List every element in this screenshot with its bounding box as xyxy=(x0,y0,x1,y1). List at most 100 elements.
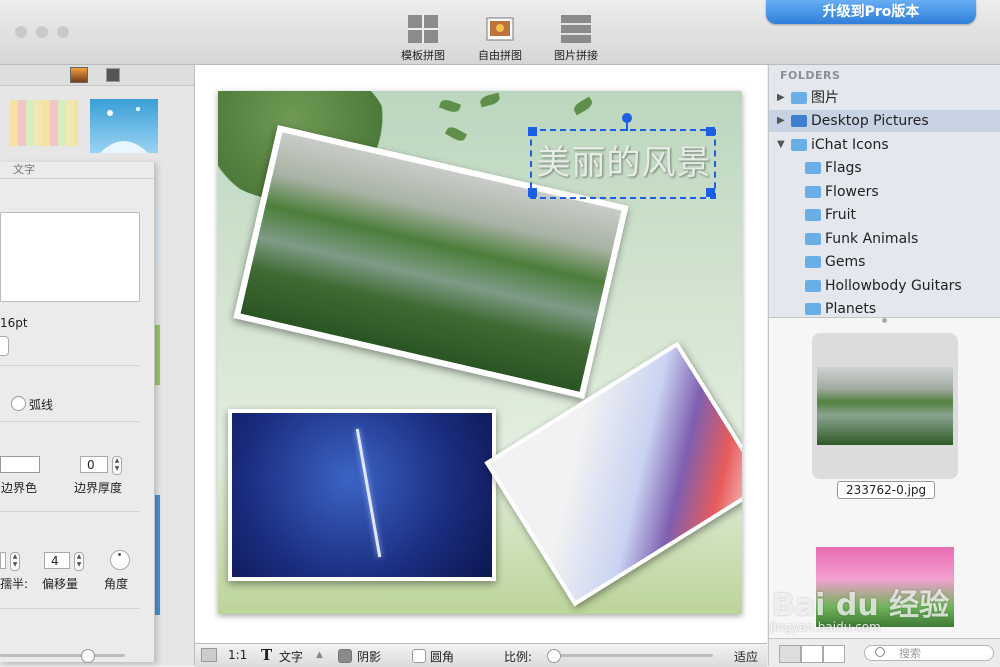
free-collage-label: 自由拼图 xyxy=(478,49,522,62)
color-template-tab-icon[interactable] xyxy=(70,67,88,83)
ratio-button[interactable]: 1:1 xyxy=(228,648,247,662)
desktop-screenshot-photo[interactable] xyxy=(228,409,496,581)
offset-stepper[interactable]: ▲ ▼ xyxy=(74,552,84,571)
text-input-area[interactable] xyxy=(0,212,140,302)
subfolder-row[interactable]: Funk Animals xyxy=(769,228,1000,250)
folder-row[interactable]: ▼ iChat Icons xyxy=(769,134,1000,156)
shadow-label: 阴影 xyxy=(357,650,382,664)
collage-canvas-area: 美丽的风景 xyxy=(195,65,767,643)
divider xyxy=(0,608,140,609)
panel-tabs xyxy=(0,65,194,86)
folder-icon xyxy=(805,209,821,221)
leaf-decoration xyxy=(571,96,595,116)
image-join-button[interactable]: 图片拼接 xyxy=(541,14,611,63)
collage-canvas[interactable]: 美丽的风景 xyxy=(218,91,742,614)
subfolder-row[interactable]: Fruit xyxy=(769,204,1000,226)
gray-template-tab-icon[interactable] xyxy=(106,68,120,82)
canvas-bottom-bar: 1:1 T 文字 ▲ 阴影 圆角 比例: 适应 xyxy=(195,643,767,667)
template-collage-button[interactable]: 模板拼图 xyxy=(388,14,458,63)
browser-bottom-bar: 搜索 xyxy=(769,638,1000,667)
minimize-window-button[interactable] xyxy=(36,26,48,38)
folder-label: iChat Icons xyxy=(811,137,889,153)
folder-label: Hollowbody Guitars xyxy=(825,278,962,294)
border-width-label: 边界厚度 xyxy=(74,481,123,495)
disclosure-triangle-icon[interactable]: ▶ xyxy=(777,110,785,132)
detail-view-icon[interactable] xyxy=(823,645,845,663)
free-collage-button[interactable]: 自由拼图 xyxy=(465,14,535,63)
arc-radio[interactable] xyxy=(11,396,26,411)
folder-label: Fruit xyxy=(825,207,857,223)
subfolder-row[interactable]: Planets xyxy=(769,298,1000,317)
subfolder-row[interactable]: Hollowbody Guitars xyxy=(769,275,1000,297)
upgrade-pro-button[interactable]: 升级到Pro版本 xyxy=(766,0,976,24)
template-grid-icon xyxy=(408,15,438,43)
folder-label: Planets xyxy=(825,301,877,317)
opacity-slider-knob[interactable] xyxy=(81,649,95,663)
shadow-checkbox[interactable] xyxy=(338,649,352,663)
arc-label: 弧线 xyxy=(29,398,54,412)
text-tool-button[interactable]: 文字 xyxy=(279,648,303,665)
stacked-rows-icon xyxy=(561,15,591,43)
leaf-decoration xyxy=(479,92,501,108)
grid-view-icon[interactable] xyxy=(779,645,801,663)
folder-icon xyxy=(791,92,807,104)
resize-handle-br[interactable] xyxy=(706,188,715,197)
photo-stack-icon xyxy=(486,17,514,41)
opacity-slider-track[interactable] xyxy=(0,654,125,657)
radius-input[interactable] xyxy=(0,552,6,569)
triangle-icon: ▲ xyxy=(316,650,323,660)
folder-label: Gems xyxy=(825,254,866,270)
template-thumbnail-winter[interactable] xyxy=(90,99,158,153)
disclosure-triangle-icon[interactable]: ▶ xyxy=(777,87,785,109)
disclosure-triangle-icon[interactable]: ▼ xyxy=(777,134,785,156)
folder-label: 图片 xyxy=(811,90,839,106)
folder-label: Flowers xyxy=(825,184,879,200)
fit-button[interactable]: 适应 xyxy=(734,648,758,665)
subfolder-row[interactable]: Flowers xyxy=(769,181,1000,203)
folder-icon xyxy=(805,256,821,268)
folder-label: Flags xyxy=(825,160,862,176)
round-corner-checkbox[interactable] xyxy=(412,649,426,663)
offset-label: 偏移量 xyxy=(42,577,79,591)
layers-icon[interactable] xyxy=(201,648,217,662)
zoom-window-button[interactable] xyxy=(57,26,69,38)
selected-image-tile[interactable] xyxy=(812,333,958,479)
border-width-input[interactable]: 0 xyxy=(80,456,108,473)
folder-row-selected[interactable]: ▶ Desktop Pictures xyxy=(769,110,1000,132)
font-size-value[interactable]: 16pt xyxy=(0,316,28,330)
offset-input[interactable]: 4 xyxy=(44,552,70,569)
border-color-swatch[interactable] xyxy=(0,456,40,473)
template-thumbnail-pastel[interactable] xyxy=(10,100,78,146)
rotation-handle[interactable] xyxy=(622,113,632,123)
scale-slider-track[interactable] xyxy=(553,654,713,657)
subfolder-row[interactable]: Gems xyxy=(769,251,1000,273)
subfolder-row[interactable]: Flags xyxy=(769,157,1000,179)
text-properties-panel: 文字 16pt 弧线 边界色 0 ▲ ▼ 边界厚度 ▲ ▼ 孺半: 4 ▲ ▼ 偏移量… xyxy=(0,162,155,663)
text-panel-title: 文字 xyxy=(0,162,154,179)
split-handle[interactable] xyxy=(882,318,887,323)
selected-file-name: 233762-0.jpg xyxy=(837,481,936,499)
radius-stepper[interactable]: ▲ ▼ xyxy=(10,552,20,571)
baidu-watermark: Bai du 经验 xyxy=(772,588,950,623)
border-color-label: 边界色 xyxy=(1,481,38,495)
scale-slider-knob[interactable] xyxy=(547,649,561,663)
folder-icon xyxy=(791,139,807,151)
list-view-icon[interactable] xyxy=(801,645,823,663)
folder-icon xyxy=(805,186,821,198)
folder-icon xyxy=(805,233,821,245)
folder-label: Desktop Pictures xyxy=(811,113,929,129)
font-color-swatch[interactable] xyxy=(0,336,9,356)
image-thumbnail xyxy=(817,367,953,445)
border-width-stepper[interactable]: ▲ ▼ xyxy=(112,456,122,475)
template-collage-label: 模板拼图 xyxy=(401,49,445,62)
text-tool-icon: T xyxy=(261,646,273,664)
folder-row[interactable]: ▶ 图片 xyxy=(769,87,1000,109)
search-icon xyxy=(875,647,885,657)
collage-title-text[interactable]: 美丽的风景 xyxy=(534,135,714,184)
folders-section-header: FOLDERS xyxy=(780,69,841,82)
snowflake-icon xyxy=(100,107,148,153)
resize-handle-bl[interactable] xyxy=(528,188,537,197)
folder-icon xyxy=(805,162,821,174)
close-window-button[interactable] xyxy=(15,26,27,38)
angle-dial[interactable] xyxy=(110,550,130,570)
